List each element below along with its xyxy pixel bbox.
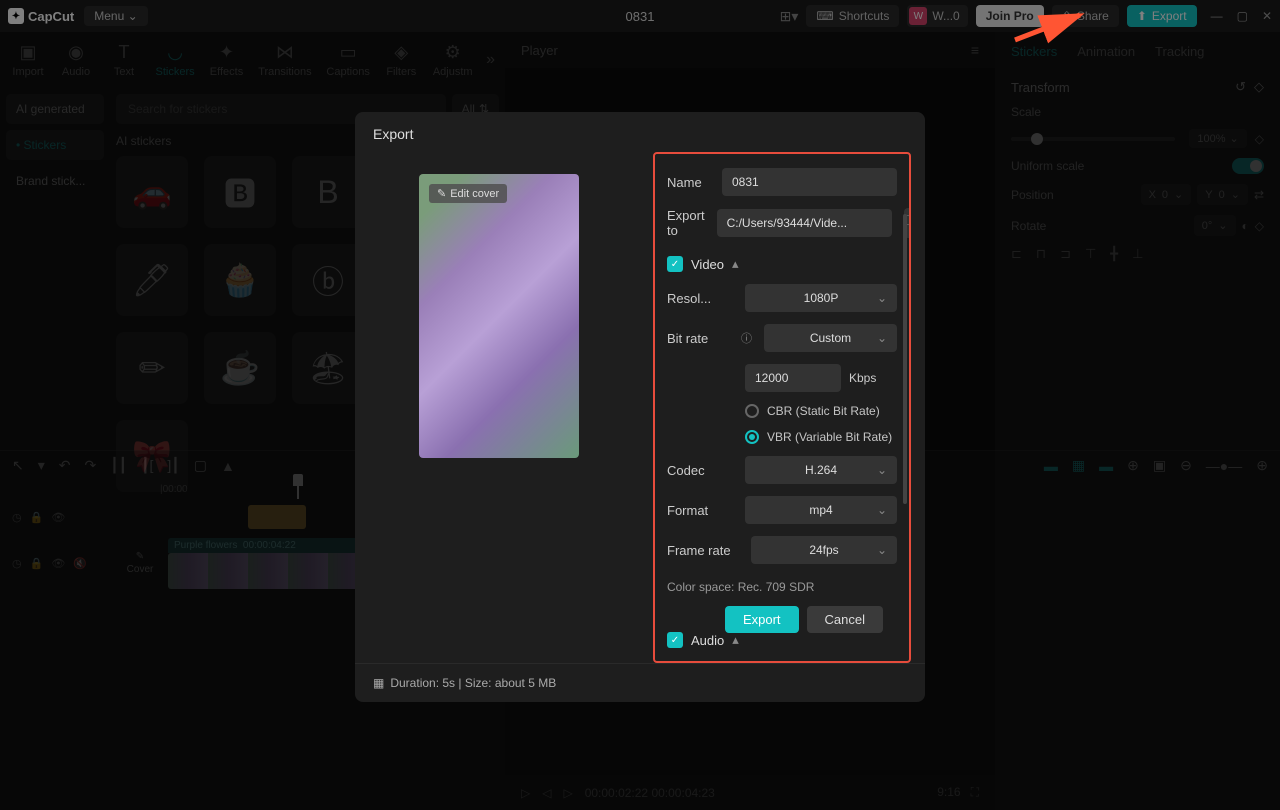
vbr-radio-row[interactable]: VBR (Variable Bit Rate) (745, 430, 897, 444)
video-section-header[interactable]: ✓ Video ▴ (667, 256, 897, 272)
codec-select[interactable]: H.264 (745, 456, 897, 484)
export-form: Name Export to 🗀 ✓ Video ▴ Resol... 1080… (653, 152, 911, 663)
bitrate-kbps-input[interactable] (745, 364, 841, 392)
export-confirm-button[interactable]: Export (725, 606, 799, 633)
export-to-label: Export to (667, 208, 705, 238)
cbr-radio[interactable] (745, 404, 759, 418)
video-checkbox[interactable]: ✓ (667, 256, 683, 272)
scrollbar[interactable] (903, 214, 907, 504)
bitrate-label: Bit rate (667, 331, 733, 346)
framerate-label: Frame rate (667, 543, 739, 558)
audio-section-header[interactable]: ✓ Audio ▴ (667, 632, 897, 648)
chevron-up-icon: ▴ (732, 632, 739, 648)
export-preview: ✎ Edit cover (419, 174, 579, 458)
framerate-select[interactable]: 24fps (751, 536, 897, 564)
codec-label: Codec (667, 463, 733, 478)
name-label: Name (667, 175, 710, 190)
duration-info: Duration: 5s | Size: about 5 MB (390, 676, 556, 690)
info-icon[interactable]: ⓘ (741, 330, 752, 346)
export-dialog: Export ✎ Edit cover Name Export to 🗀 (355, 112, 925, 702)
chevron-up-icon: ▴ (732, 256, 739, 272)
kbps-label: Kbps (849, 371, 876, 385)
film-icon: ▦ (373, 676, 384, 690)
audio-checkbox[interactable]: ✓ (667, 632, 683, 648)
cbr-radio-row[interactable]: CBR (Static Bit Rate) (745, 404, 897, 418)
name-input[interactable] (722, 168, 897, 196)
vbr-radio[interactable] (745, 430, 759, 444)
cancel-button[interactable]: Cancel (807, 606, 883, 633)
export-path-input[interactable] (717, 209, 892, 237)
resolution-label: Resol... (667, 291, 733, 306)
colorspace-info: Color space: Rec. 709 SDR (667, 580, 897, 594)
dialog-title: Export (355, 112, 925, 152)
edit-cover-button[interactable]: ✎ Edit cover (429, 184, 507, 203)
bitrate-select[interactable]: Custom (764, 324, 897, 352)
format-label: Format (667, 503, 733, 518)
resolution-select[interactable]: 1080P (745, 284, 897, 312)
format-select[interactable]: mp4 (745, 496, 897, 524)
pencil-icon: ✎ (437, 187, 446, 200)
